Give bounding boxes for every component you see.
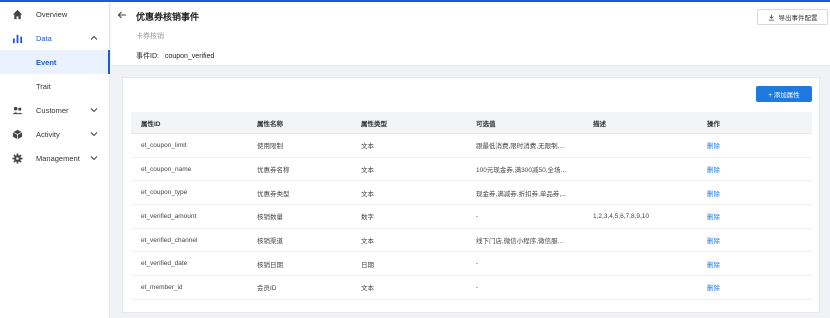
sidebar-item-label: Activity (36, 129, 60, 139)
sidebar-item-data[interactable]: Data (0, 26, 110, 50)
home-icon (12, 9, 23, 20)
sidebar-item-label: Event (36, 57, 57, 67)
cell-optional-values: - (476, 212, 479, 220)
sidebar-item-management[interactable]: Management (0, 146, 110, 170)
cell-attribute-name: 使用限制 (257, 143, 283, 151)
cell-optional-values: 线下门店,微信小程序,微信服... (476, 238, 564, 246)
table-row: et_verified_date 核销日期 日期 - 删除 (131, 252, 812, 277)
event-id: 事件ID: coupon_verified (136, 51, 214, 61)
sidebar-item-activity[interactable]: Activity (0, 122, 110, 146)
cell-optional-values: 现金券,满减券,折扣券,单品券,... (476, 190, 567, 198)
delete-link[interactable]: 删除 (707, 134, 787, 157)
attributes-card: + 添加属性 属性ID 属性名称 属性类型 可选值 描述 操作 et_coupo… (122, 77, 820, 313)
table-row: et_coupon_name 优惠券名称 文本 100元现金券,满300减50,… (131, 158, 812, 182)
sidebar-item-label: Management (36, 153, 80, 163)
cell-description (593, 181, 693, 204)
table-row: et_coupon_limit 使用限制 文本 跟最低消费,限时消费,无限制,.… (131, 134, 812, 158)
table-header: 属性ID 属性名称 属性类型 可选值 描述 操作 (131, 112, 812, 134)
header-attribute-name: 属性名称 (257, 120, 283, 128)
back-arrow-icon[interactable] (117, 10, 127, 20)
export-config-button[interactable]: 导出事件配置 (757, 9, 828, 25)
bar-chart-icon (12, 33, 23, 44)
cell-attribute-id: et_verified_amount (141, 212, 197, 220)
cell-attribute-type: 文本 (361, 190, 374, 198)
sidebar-item-label: Data (36, 33, 52, 43)
add-attribute-button[interactable]: + 添加属性 (756, 86, 812, 102)
table-row: et_member_id 会员ID 文本 - 删除 (131, 276, 812, 300)
cell-attribute-type: 文本 (361, 143, 374, 151)
cell-attribute-id: et_coupon_name (141, 165, 192, 173)
download-icon (768, 13, 775, 21)
cell-optional-values: - (476, 260, 479, 268)
delete-link[interactable]: 删除 (707, 229, 787, 252)
cell-attribute-name: 核销渠道 (257, 238, 283, 246)
header-attribute-id: 属性ID (141, 120, 161, 128)
delete-link[interactable]: 删除 (707, 181, 787, 204)
delete-link[interactable]: 删除 (707, 252, 787, 275)
cell-attribute-type: 文本 (361, 285, 374, 293)
cell-attribute-id: et_member_id (141, 283, 183, 291)
cell-attribute-name: 会员ID (257, 285, 277, 293)
cell-attribute-id: et_coupon_limit (141, 141, 187, 149)
event-id-label: 事件ID: (136, 53, 159, 60)
page-title: 优惠券核销事件 (136, 12, 200, 22)
cell-attribute-id: et_coupon_type (141, 189, 188, 197)
header-attribute-type: 属性类型 (361, 120, 387, 128)
table-row: et_verified_channel 核销渠道 文本 线下门店,微信小程序,微… (131, 229, 812, 253)
chevron-up-icon (90, 34, 98, 42)
cell-description (593, 134, 693, 157)
cell-attribute-type: 文本 (361, 167, 374, 175)
chevron-down-icon (90, 154, 98, 162)
sidebar: Overview Data Event Trait Customer Activ… (0, 2, 110, 318)
cell-description (593, 276, 693, 299)
cell-description (593, 252, 693, 275)
gear-icon (12, 152, 23, 164)
attributes-table: 属性ID 属性名称 属性类型 可选值 描述 操作 et_coupon_limit… (131, 112, 812, 300)
cell-description (593, 229, 693, 252)
cell-attribute-type: 数字 (361, 214, 374, 222)
page-header: 优惠券核销事件 卡券核销 事件ID: coupon_verified 导出事件配置 (111, 2, 830, 66)
cell-description (593, 158, 693, 181)
page-subtitle: 卡券核销 (136, 33, 164, 40)
cell-attribute-id: et_verified_channel (141, 236, 198, 244)
sidebar-item-trait[interactable]: Trait (0, 74, 110, 98)
cell-attribute-type: 文本 (361, 238, 374, 246)
event-id-value: coupon_verified (164, 53, 215, 60)
cell-description: 1,2,3,4,5,6,7,8,9,10 (593, 212, 650, 220)
sidebar-item-event[interactable]: Event (0, 50, 110, 74)
header-description: 描述 (593, 120, 606, 128)
chevron-down-icon (90, 130, 98, 138)
cell-optional-values: 100元现金券,满300减50,全场... (476, 167, 566, 175)
header-actions: 操作 (707, 120, 720, 128)
cell-attribute-name: 优惠券名称 (257, 167, 290, 175)
cell-optional-values: 跟最低消费,限时消费,无限制,... (476, 143, 565, 151)
header-optional-values: 可选值 (476, 120, 496, 128)
cell-attribute-id: et_verified_date (141, 260, 188, 268)
table-row: et_coupon_type 优惠券类型 文本 现金券,满减券,折扣券,单品券,… (131, 181, 812, 206)
users-icon (12, 105, 23, 116)
cell-attribute-name: 优惠券类型 (257, 190, 290, 198)
sidebar-item-label: Customer (36, 105, 69, 115)
cell-attribute-name: 核销数量 (257, 214, 283, 222)
delete-link[interactable]: 删除 (707, 205, 787, 228)
cell-attribute-type: 日期 (361, 261, 374, 269)
cell-attribute-name: 核销日期 (257, 261, 283, 269)
delete-link[interactable]: 删除 (707, 158, 787, 181)
sidebar-item-label: Overview (36, 9, 68, 19)
cube-icon (12, 129, 23, 140)
export-label: 导出事件配置 (778, 15, 818, 22)
sidebar-item-overview[interactable]: Overview (0, 2, 110, 26)
table-row: et_verified_amount 核销数量 数字 - 1,2,3,4,5,6… (131, 205, 812, 229)
cell-optional-values: - (476, 283, 479, 291)
delete-link[interactable]: 删除 (707, 276, 787, 299)
sidebar-item-customer[interactable]: Customer (0, 98, 110, 122)
chevron-down-icon (90, 106, 98, 114)
sidebar-item-label: Trait (36, 81, 51, 91)
